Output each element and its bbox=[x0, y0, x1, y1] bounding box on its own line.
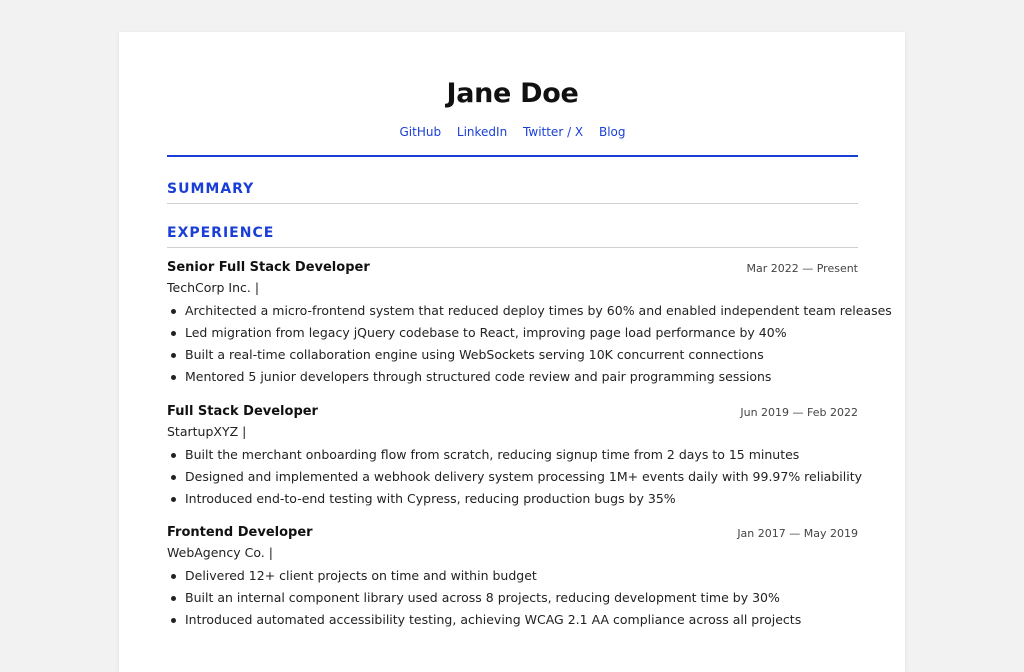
job-dates: Jan 2017 — May 2019 bbox=[737, 527, 858, 540]
job-header: Senior Full Stack Developer Mar 2022 — P… bbox=[167, 258, 858, 278]
list-item: Designed and implemented a webhook deliv… bbox=[167, 466, 862, 488]
job-dates: Jun 2019 — Feb 2022 bbox=[740, 406, 858, 419]
job-header: Full Stack Developer Jun 2019 — Feb 2022 bbox=[167, 402, 858, 422]
list-item: Led migration from legacy jQuery codebas… bbox=[167, 322, 858, 344]
job-header: Frontend Developer Jan 2017 — May 2019 bbox=[167, 523, 858, 543]
bullet-icon bbox=[171, 309, 176, 314]
resume-header: Jane Doe GitHub LinkedIn Twitter / X Blo… bbox=[167, 32, 858, 157]
company-name: TechCorp Inc. | bbox=[167, 280, 260, 295]
company-name: StartupXYZ | bbox=[167, 424, 247, 439]
bullet-icon bbox=[171, 497, 176, 502]
bullet-icon bbox=[171, 475, 176, 480]
job-entry: Senior Full Stack Developer Mar 2022 — P… bbox=[167, 258, 892, 388]
job-title: Full Stack Developer bbox=[167, 404, 318, 419]
bullet-text: Designed and implemented a webhook deliv… bbox=[185, 469, 862, 484]
github-link[interactable]: GitHub bbox=[399, 125, 441, 139]
bullet-icon bbox=[171, 618, 176, 623]
bullet-text: Mentored 5 junior developers through str… bbox=[185, 369, 772, 384]
summary-heading: SUMMARY bbox=[167, 179, 858, 204]
job-dates: Mar 2022 — Present bbox=[746, 262, 858, 275]
bullet-icon bbox=[171, 375, 176, 380]
job-title: Senior Full Stack Developer bbox=[167, 260, 370, 275]
candidate-name: Jane Doe bbox=[446, 78, 579, 109]
list-item: Introduced automated accessibility testi… bbox=[167, 609, 858, 631]
bullet-text: Led migration from legacy jQuery codebas… bbox=[185, 325, 787, 340]
bullet-text: Introduced automated accessibility testi… bbox=[185, 612, 802, 627]
list-item: Delivered 12+ client projects on time an… bbox=[167, 565, 858, 587]
bullet-icon bbox=[171, 596, 176, 601]
experience-heading: EXPERIENCE bbox=[167, 223, 858, 248]
list-item: Architected a micro-frontend system that… bbox=[167, 300, 892, 322]
bullet-icon bbox=[171, 331, 176, 336]
list-item: Built the merchant onboarding flow from … bbox=[167, 444, 858, 466]
job-bullets: Built the merchant onboarding flow from … bbox=[167, 444, 862, 510]
list-item: Built an internal component library used… bbox=[167, 587, 858, 609]
list-item: Built a real-time collaboration engine u… bbox=[167, 344, 858, 366]
bullet-text: Built the merchant onboarding flow from … bbox=[185, 447, 800, 462]
company-name: WebAgency Co. | bbox=[167, 545, 273, 560]
bullet-text: Built a real-time collaboration engine u… bbox=[185, 347, 764, 362]
job-bullets: Architected a micro-frontend system that… bbox=[167, 300, 892, 388]
bullet-text: Architected a micro-frontend system that… bbox=[185, 303, 892, 318]
twitter-link[interactable]: Twitter / X bbox=[523, 125, 583, 139]
bullet-text: Introduced end-to-end testing with Cypre… bbox=[185, 491, 676, 506]
resume-content: Jane Doe GitHub LinkedIn Twitter / X Blo… bbox=[167, 32, 892, 627]
blog-link[interactable]: Blog bbox=[599, 125, 626, 139]
linkedin-link[interactable]: LinkedIn bbox=[457, 125, 507, 139]
resume-page: Jane Doe GitHub LinkedIn Twitter / X Blo… bbox=[119, 32, 905, 672]
profile-links: GitHub LinkedIn Twitter / X Blog bbox=[167, 123, 858, 141]
bullet-icon bbox=[171, 353, 176, 358]
job-bullets: Delivered 12+ client projects on time an… bbox=[167, 565, 858, 631]
bullet-text: Delivered 12+ client projects on time an… bbox=[185, 568, 537, 583]
job-entry: Frontend Developer Jan 2017 — May 2019 W… bbox=[167, 523, 858, 631]
bullet-icon bbox=[171, 453, 176, 458]
bullet-icon bbox=[171, 574, 176, 579]
job-title: Frontend Developer bbox=[167, 525, 313, 540]
job-entry: Full Stack Developer Jun 2019 — Feb 2022… bbox=[167, 402, 862, 510]
list-item: Introduced end-to-end testing with Cypre… bbox=[167, 488, 858, 510]
bullet-text: Built an internal component library used… bbox=[185, 590, 780, 605]
list-item: Mentored 5 junior developers through str… bbox=[167, 366, 858, 388]
